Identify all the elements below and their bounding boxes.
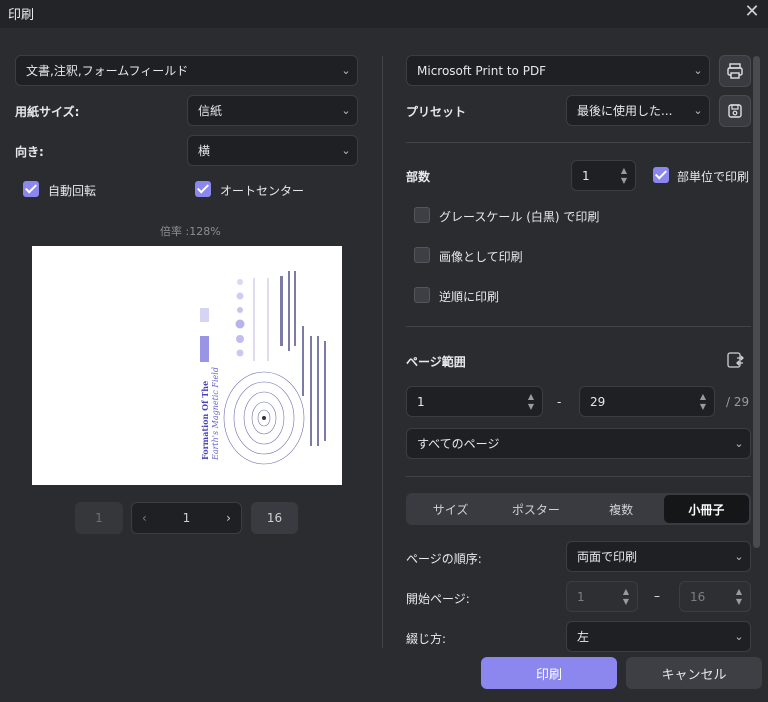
collate-label: 部単位で印刷: [677, 170, 750, 184]
content-select-value: 文書,注釈,フォームフィールド: [26, 64, 189, 78]
title-bar: 印刷 ✕: [0, 0, 768, 28]
printer-icon: [727, 63, 743, 79]
auto-center-label: オートセンター: [220, 184, 305, 198]
range-from-input[interactable]: 1 ▲ ▼: [406, 386, 543, 417]
grayscale-label: グレースケール (白黒) で印刷: [439, 210, 600, 224]
reverse-order-label: 逆順に印刷: [439, 290, 500, 304]
page-order-value: 両面で印刷: [577, 550, 638, 564]
divider: [406, 326, 751, 327]
printer-select[interactable]: Microsoft Print to PDF ⌄: [406, 55, 710, 86]
binding-value: 左: [577, 630, 590, 644]
printer-value: Microsoft Print to PDF: [417, 63, 547, 78]
stepper-arrows-icon[interactable]: ▲ ▼: [692, 392, 714, 412]
start-page-from-input[interactable]: 1 ▲ ▼: [566, 581, 638, 612]
preview-title-1: Formation Of The: [200, 381, 210, 460]
preview-page-art: Formation Of The Earth's Magnetic Field: [200, 271, 326, 465]
range-to-value: 29: [590, 394, 606, 409]
close-icon[interactable]: ✕: [742, 2, 762, 22]
page-subset-select[interactable]: すべてのページ ⌄: [406, 428, 751, 459]
range-dash: -: [557, 395, 562, 409]
orientation-select[interactable]: 横 ⌄: [187, 135, 358, 166]
tab-booklet[interactable]: 小冊子: [663, 495, 749, 523]
stepper-arrows-icon[interactable]: ▲ ▼: [613, 166, 635, 186]
paper-size-value: 信紙: [198, 104, 223, 118]
save-preset-button[interactable]: [719, 95, 751, 127]
preset-value: 最後に使用した...: [577, 104, 673, 118]
chevron-down-icon: ⌄: [341, 64, 351, 77]
range-to-input[interactable]: 29 ▲ ▼: [579, 386, 715, 417]
start-page-from-value: 1: [577, 589, 585, 604]
start-page-dash: –: [654, 589, 660, 603]
auto-rotate-checkbox[interactable]: [23, 181, 39, 197]
print-preview: Formation Of The Earth's Magnetic Field: [32, 246, 342, 485]
chevron-left-icon[interactable]: ‹: [142, 511, 147, 525]
print-as-image-label: 画像として印刷: [439, 250, 523, 264]
stepper-arrows-icon[interactable]: ▲ ▼: [615, 587, 637, 607]
panel-divider: [382, 56, 383, 648]
divider: [406, 142, 751, 143]
chevron-down-icon: ⌄: [734, 630, 744, 643]
grayscale-checkbox[interactable]: [414, 207, 430, 223]
tab-multiple[interactable]: 複数: [579, 495, 664, 523]
page-order-select[interactable]: 両面で印刷 ⌄: [566, 541, 751, 572]
layout-tabs: サイズ ポスター 複数 小冊子: [406, 493, 751, 525]
last-page-button[interactable]: 16: [251, 502, 298, 534]
page-navigator: ‹ 1 ›: [131, 502, 242, 534]
start-page-to-value: 16: [690, 589, 706, 604]
paper-size-label: 用紙サイズ:: [15, 105, 80, 119]
first-page-button[interactable]: 1: [75, 502, 123, 534]
stepper-arrows-icon[interactable]: ▲ ▼: [520, 392, 542, 412]
cancel-button[interactable]: キャンセル: [626, 657, 762, 689]
preview-title-2: Earth's Magnetic Field: [211, 367, 220, 461]
page-range-label: ページ範囲: [406, 355, 466, 369]
preset-label: プリセット: [406, 105, 467, 119]
tab-poster[interactable]: ポスター: [493, 495, 578, 523]
copies-value: 1: [582, 168, 590, 183]
copies-label: 部数: [406, 170, 431, 184]
content-select[interactable]: 文書,注釈,フォームフィールド ⌄: [15, 55, 358, 86]
page-order-label: ページの順序:: [406, 552, 482, 566]
chevron-right-icon[interactable]: ›: [226, 511, 231, 525]
auto-rotate-label: 自動回転: [48, 184, 97, 198]
divider: [406, 476, 751, 477]
range-from-value: 1: [417, 394, 425, 409]
start-page-label: 開始ページ:: [406, 592, 470, 606]
print-as-image-checkbox[interactable]: [414, 247, 430, 263]
binding-label: 綴じ方:: [406, 632, 447, 646]
chevron-down-icon: ⌄: [341, 144, 351, 157]
start-page-to-input[interactable]: 16 ▲ ▼: [679, 581, 751, 612]
orientation-label: 向き:: [15, 145, 44, 159]
chevron-down-icon: ⌄: [693, 64, 703, 77]
tab-size[interactable]: サイズ: [408, 495, 493, 523]
stepper-arrows-icon[interactable]: ▲ ▼: [728, 587, 750, 607]
chevron-down-icon: ⌄: [341, 104, 351, 117]
scale-text: 倍率 :128%: [160, 225, 221, 238]
printer-properties-button[interactable]: [719, 55, 751, 87]
current-page[interactable]: 1: [183, 511, 191, 525]
window-title: 印刷: [8, 8, 35, 23]
range-total: / 29: [726, 395, 750, 409]
collate-checkbox[interactable]: [653, 167, 669, 183]
paper-size-select[interactable]: 信紙 ⌄: [187, 95, 358, 126]
swap-range-icon[interactable]: [725, 350, 745, 370]
page-subset-value: すべてのページ: [417, 437, 500, 451]
copies-stepper[interactable]: 1 ▲ ▼: [571, 160, 636, 191]
reverse-order-checkbox[interactable]: [414, 287, 430, 303]
save-icon: [728, 104, 742, 118]
chevron-down-icon: ⌄: [693, 104, 703, 117]
auto-center-checkbox[interactable]: [195, 181, 211, 197]
binding-select[interactable]: 左 ⌄: [566, 621, 751, 652]
chevron-down-icon: ⌄: [734, 550, 744, 563]
orientation-value: 横: [198, 144, 211, 158]
preset-select[interactable]: 最後に使用した... ⌄: [566, 95, 710, 126]
chevron-down-icon: ⌄: [734, 437, 744, 450]
scrollbar[interactable]: [753, 56, 760, 548]
print-button[interactable]: 印刷: [481, 657, 617, 689]
